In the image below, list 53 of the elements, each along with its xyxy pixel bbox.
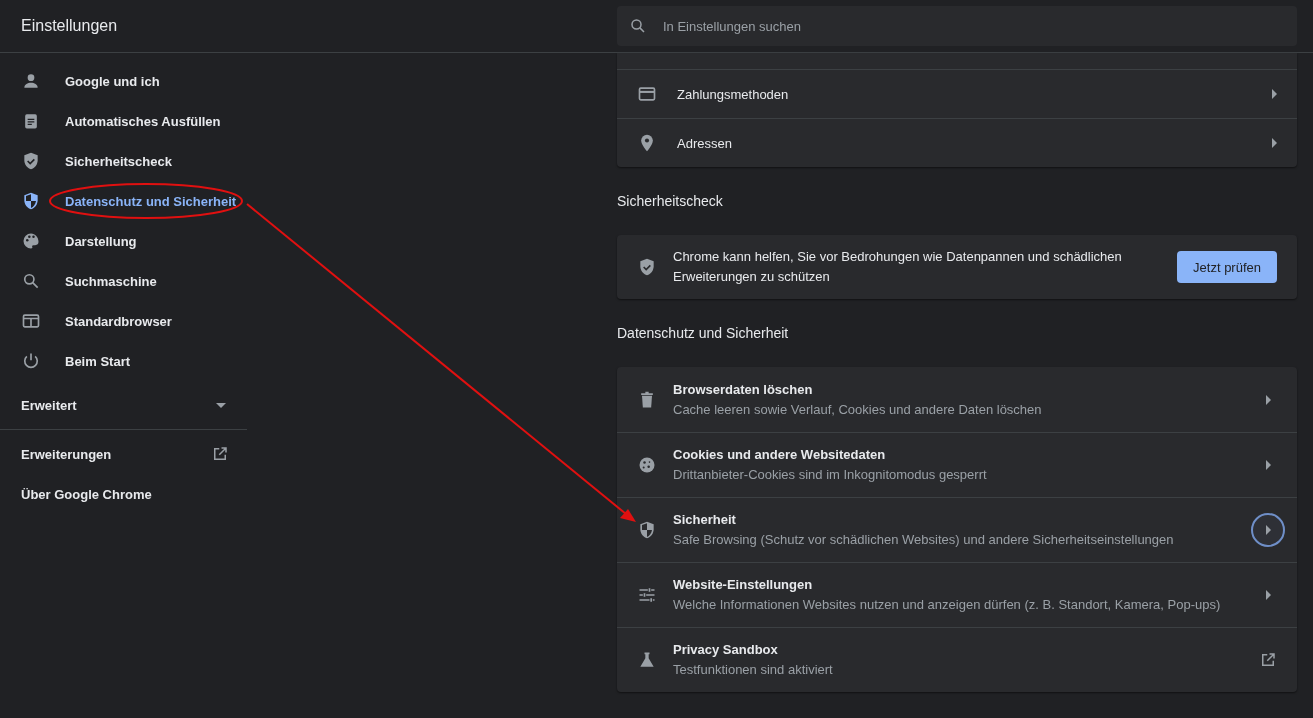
sidebar-item[interactable]: Beim Start — [0, 341, 247, 381]
safety-check-text: Chrome kann helfen, Sie vor Bedrohungen wie Datenpannen und schädlichen Erweiterungen zu schützen — [673, 248, 1123, 286]
row-title: Sicherheit — [673, 511, 737, 529]
cookie-icon — [637, 455, 657, 475]
person-icon — [21, 71, 41, 91]
shieldcheck-icon — [21, 151, 41, 171]
row-subtitle: Drittanbieter-Cookies sind im Inkognitomodus gesperrt — [673, 466, 988, 484]
section-heading: Datenschutz und Sicherheit — [617, 324, 790, 343]
external-link-icon — [211, 445, 229, 463]
shield-icon — [637, 520, 657, 540]
row-subtitle: Testfunktionen sind aktiviert — [673, 661, 834, 679]
about-link[interactable]: Über Google Chrome — [0, 474, 247, 514]
settings-row[interactable]: Website-Einstellungen Welche Informationen Websites nutzen und anzeigen dürfen (z. B. Standort, Kamera, Pop-ups) — [617, 562, 1297, 627]
sidebar-item[interactable]: Datenschutz und Sicherheit — [0, 181, 247, 221]
search-field[interactable]: In Einstellungen suchen — [617, 6, 1297, 46]
shield-check-icon — [637, 257, 657, 277]
row-subtitle: Welche Informationen Websites nutzen und anzeigen dürfen (z. B. Standort, Kamera, Pop-ups) — [673, 596, 1222, 614]
search-icon — [629, 17, 647, 35]
sidebar-item[interactable]: Standardbrowser — [0, 301, 247, 341]
row-subtitle: Cache leeren sowie Verlauf, Cookies und andere Daten löschen — [673, 400, 1043, 419]
row-subtitle: Safe Browsing (Schutz vor schädlichen Websites) und andere Sicherheitseinstellungen — [673, 531, 1175, 549]
settings-row[interactable]: Browserdaten löschen Cache leeren sowie Verlauf, Cookies und andere Daten löschen — [617, 367, 1297, 432]
palette-icon — [21, 231, 41, 251]
row-title: Website-Einstellungen — [673, 576, 814, 594]
row-title: Cookies und andere Websitedaten — [673, 446, 887, 464]
settings-row[interactable]: Sicherheit Safe Browsing (Schutz vor schädlichen Websites) und andere Sicherheitseinstellungen — [617, 497, 1297, 562]
sidebar-item[interactable]: Automatisches Ausfüllen — [0, 101, 247, 141]
search-icon — [21, 271, 41, 291]
settings-row[interactable]: Zahlungsmethoden — [617, 69, 1297, 118]
browser-icon — [21, 311, 41, 331]
row-title: Browserdaten löschen — [673, 380, 814, 399]
page-title: Einstellungen — [20, 17, 119, 35]
flask-icon — [637, 650, 657, 670]
extensions-link[interactable]: Erweiterungen — [0, 434, 247, 474]
settings-row[interactable]: Adressen — [617, 118, 1297, 167]
advanced-toggle[interactable]: Erweitert — [0, 381, 247, 429]
sliders-icon — [637, 585, 657, 605]
settings-row[interactable]: Cookies und andere Websitedaten Drittanbieter-Cookies sind im Inkognitomodus gesperrt — [617, 432, 1297, 497]
caret-icon — [216, 402, 226, 408]
section-heading: Sicherheitscheck — [617, 192, 724, 211]
arrow-right-icon[interactable] — [1251, 513, 1285, 547]
sidebar-item[interactable]: Darstellung — [0, 221, 247, 261]
check-now-button[interactable]: Jetzt prüfen — [1177, 251, 1277, 283]
sidebar-item[interactable]: Google und ich — [0, 61, 247, 101]
sidebar-item[interactable]: Suchmaschine — [0, 261, 247, 301]
power-icon — [21, 351, 41, 371]
sidebar-item[interactable]: Sicherheitscheck — [0, 141, 247, 181]
arrow-right-icon — [1272, 89, 1277, 99]
settings-row[interactable]: Privacy Sandbox Testfunktionen sind aktiviert — [617, 627, 1297, 692]
arrow-right-icon — [1272, 138, 1277, 148]
credit-card-icon — [637, 84, 657, 104]
row-title: Privacy Sandbox — [673, 641, 779, 659]
shieldhalf-icon — [21, 191, 41, 211]
